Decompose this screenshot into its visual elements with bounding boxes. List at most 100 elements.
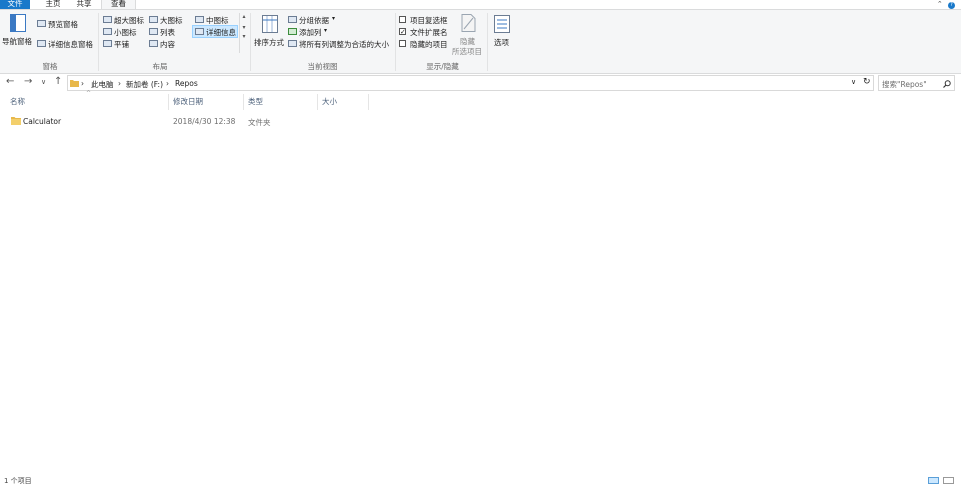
- large-icons-icon: [149, 16, 158, 23]
- details-pane-label: 详细信息窗格: [48, 40, 93, 49]
- scroll-down-icon[interactable]: ▾: [240, 24, 248, 31]
- large-icons-view-icon[interactable]: [943, 477, 954, 484]
- medium-icons-icon: [195, 16, 204, 23]
- layout-tiles[interactable]: 平铺: [101, 39, 146, 49]
- group-divider: [395, 13, 396, 71]
- content-icon: [149, 40, 158, 47]
- file-type: 文件夹: [248, 118, 271, 127]
- layout-extra-large[interactable]: 超大图标: [101, 15, 146, 25]
- folder-icon: [11, 117, 21, 125]
- show-hide-group-label: 显示/隐藏: [426, 62, 459, 71]
- address-dropdown-icon[interactable]: ∨: [851, 78, 856, 86]
- layout-details[interactable]: 详细信息: [192, 25, 238, 38]
- hidden-items-toggle[interactable]: 隐藏的项目: [399, 39, 454, 49]
- small-icons-icon: [103, 28, 112, 35]
- tab-home[interactable]: 主页: [39, 0, 67, 9]
- address-bar-row: ← → ∨ ↑ › 此电脑 › 新加卷 (F:) › Repos ∨ ↻ 搜索"…: [0, 73, 961, 93]
- layout-large[interactable]: 大图标: [147, 15, 191, 25]
- sort-indicator-icon: ^: [86, 90, 92, 97]
- preview-pane-button[interactable]: 预览窗格: [37, 19, 97, 29]
- dropdown-arrow-icon: ▾: [324, 27, 328, 34]
- panes-group-label: 窗格: [42, 62, 58, 71]
- add-columns-button[interactable]: 添加列 ▾: [288, 27, 333, 37]
- add-columns-icon: [288, 28, 297, 35]
- hidden-items-checkbox[interactable]: [399, 40, 406, 47]
- breadcrumb-separator-icon[interactable]: ›: [166, 79, 169, 88]
- preview-pane-icon: [37, 20, 46, 27]
- dropdown-arrow-icon: ▾: [332, 15, 336, 22]
- file-modified: 2018/4/30 12:38: [173, 117, 236, 126]
- column-divider[interactable]: [368, 94, 369, 110]
- address-bar[interactable]: › 此电脑 › 新加卷 (F:) › Repos ∨ ↻: [67, 75, 874, 91]
- layout-scroll[interactable]: ▴ ▾ ▾: [239, 13, 248, 53]
- column-header-modified[interactable]: 修改日期: [173, 96, 203, 107]
- layout-medium[interactable]: 中图标: [193, 15, 238, 25]
- collapse-ribbon-icon[interactable]: ⌃: [937, 0, 943, 8]
- search-box[interactable]: 搜索"Repos": [878, 75, 955, 91]
- size-columns-icon: [288, 40, 297, 47]
- file-extensions-checkbox[interactable]: ✓: [399, 28, 406, 36]
- expand-gallery-icon[interactable]: ▾: [240, 33, 248, 40]
- list-icon: [149, 28, 158, 35]
- details-pane-icon: [37, 40, 46, 47]
- folder-icon: [70, 80, 79, 87]
- help-icon[interactable]: ?: [948, 2, 955, 9]
- hide-selected-icon: [461, 14, 476, 32]
- details-view-icon[interactable]: [928, 477, 939, 484]
- column-header-size[interactable]: 大小: [322, 96, 337, 107]
- tab-share[interactable]: 共享: [70, 0, 98, 9]
- sort-by-icon: [262, 15, 278, 33]
- hide-selected-button[interactable]: 隐藏 所选项目: [452, 12, 486, 56]
- options-button[interactable]: 选项: [490, 12, 516, 52]
- group-divider: [250, 13, 251, 71]
- nav-pane-button[interactable]: 导航窗格: [2, 12, 34, 50]
- options-icon: [494, 15, 510, 33]
- column-divider[interactable]: [317, 94, 318, 110]
- layout-content[interactable]: 内容: [147, 39, 191, 49]
- current-view-group-label: 当前视图: [307, 62, 338, 71]
- file-extensions-toggle[interactable]: ✓ 文件扩展名: [399, 27, 454, 37]
- breadcrumb-volume[interactable]: 新加卷 (F:): [126, 79, 163, 90]
- breadcrumb-this-pc[interactable]: 此电脑: [91, 79, 114, 90]
- breadcrumb-repos[interactable]: Repos: [175, 79, 198, 88]
- recent-locations-chevron-icon[interactable]: ∨: [41, 78, 46, 86]
- layout-group-label: 布局: [152, 62, 168, 71]
- group-by-button[interactable]: 分组依据 ▾: [288, 15, 343, 25]
- status-bar: 1 个项目: [0, 476, 961, 485]
- up-arrow-icon[interactable]: ↑: [54, 76, 62, 87]
- column-header-name[interactable]: 名称: [10, 96, 25, 107]
- tab-file[interactable]: 文件: [0, 0, 30, 9]
- column-divider[interactable]: [168, 94, 169, 110]
- forward-arrow-icon[interactable]: →: [24, 76, 32, 87]
- back-arrow-icon[interactable]: ←: [6, 76, 14, 87]
- ribbon: 导航窗格 预览窗格 详细信息窗格 窗格 超大图标 大图标 中图标 小图标 列表: [0, 9, 961, 74]
- group-divider: [98, 13, 99, 71]
- tiles-icon: [103, 40, 112, 47]
- details-pane-button[interactable]: 详细信息窗格: [37, 39, 97, 49]
- column-header-type[interactable]: 类型: [248, 96, 263, 107]
- search-input[interactable]: 搜索"Repos": [882, 79, 927, 90]
- column-divider[interactable]: [243, 94, 244, 110]
- group-by-icon: [288, 16, 297, 23]
- extra-large-icons-icon: [103, 16, 112, 23]
- tab-view[interactable]: 查看: [101, 0, 136, 9]
- details-icon: [195, 28, 204, 35]
- layout-small[interactable]: 小图标: [101, 27, 146, 37]
- scroll-up-icon[interactable]: ▴: [240, 13, 248, 20]
- group-divider: [487, 13, 488, 71]
- refresh-icon[interactable]: ↻: [863, 77, 871, 87]
- breadcrumb-separator-icon[interactable]: ›: [118, 79, 121, 88]
- breadcrumb-separator-icon[interactable]: ›: [81, 79, 84, 88]
- file-name[interactable]: Calculator: [23, 117, 61, 126]
- item-checkboxes-checkbox[interactable]: [399, 16, 406, 23]
- size-all-columns-button[interactable]: 将所有列调整为合适的大小: [288, 39, 393, 49]
- sort-by-button[interactable]: 排序方式: [253, 12, 287, 52]
- item-checkboxes-toggle[interactable]: 项目复选框: [399, 15, 454, 25]
- navigation-pane-icon: [10, 14, 26, 32]
- layout-gallery: 超大图标 大图标 中图标 小图标 列表 详细信息 平铺 内容 ▴ ▾ ▾: [101, 13, 247, 53]
- ribbon-tab-bar: 文件 主页 共享 查看 ⌃ ?: [0, 0, 961, 9]
- search-icon[interactable]: [943, 80, 951, 88]
- nav-pane-label: 导航窗格: [2, 37, 32, 46]
- layout-list[interactable]: 列表: [147, 27, 191, 37]
- preview-pane-label: 预览窗格: [48, 20, 78, 29]
